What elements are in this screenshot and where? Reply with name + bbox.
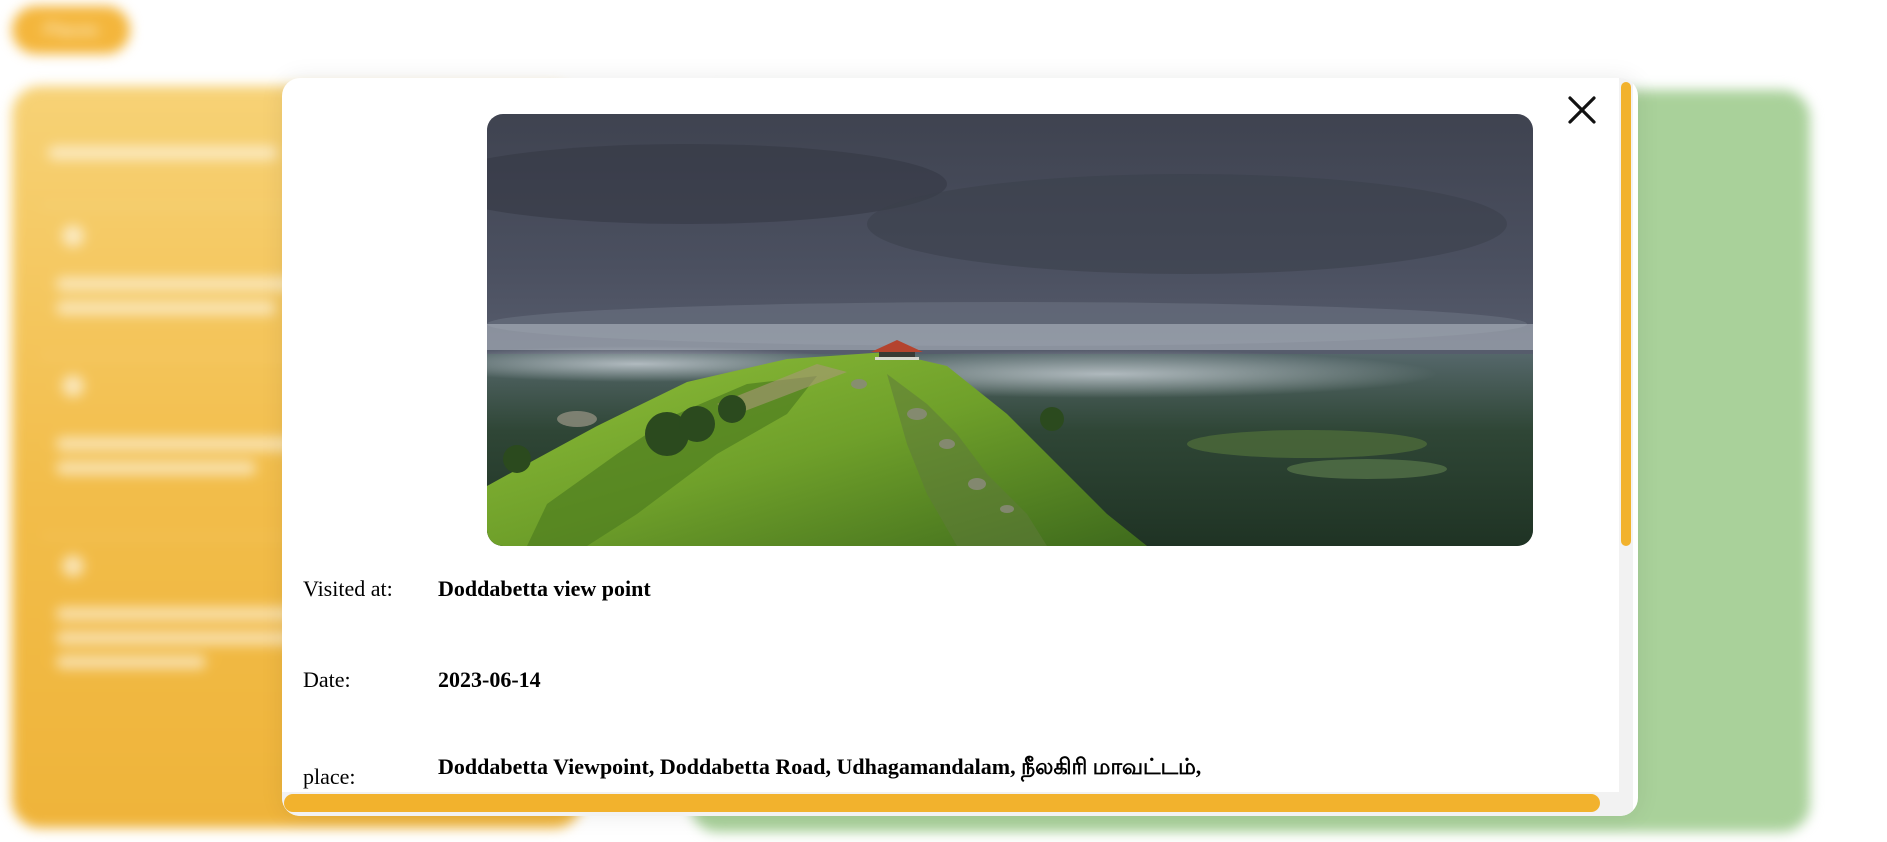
detail-label: Visited at: bbox=[303, 576, 393, 601]
background-pill-label: Places bbox=[43, 19, 99, 40]
detail-value: Doddabetta view point bbox=[438, 576, 651, 601]
close-button[interactable] bbox=[1564, 92, 1600, 128]
close-icon bbox=[1568, 96, 1596, 124]
background-pill-button: Places bbox=[12, 6, 130, 54]
place-detail-modal: Visited at: Doddabetta view point Date: … bbox=[282, 78, 1638, 816]
background-item-number bbox=[62, 375, 84, 397]
background-item-number bbox=[62, 225, 84, 247]
horizontal-scrollbar-thumb[interactable] bbox=[284, 794, 1600, 812]
background-text-line bbox=[56, 437, 306, 451]
place-photo bbox=[487, 114, 1533, 546]
background-item-number bbox=[62, 555, 84, 577]
background-text-line bbox=[48, 146, 278, 160]
background-text-line bbox=[56, 461, 256, 475]
background-text-line bbox=[56, 655, 206, 669]
background-text-line bbox=[56, 301, 276, 315]
detail-label: Date: bbox=[303, 667, 351, 692]
background-text-line bbox=[56, 277, 316, 291]
detail-value: 2023-06-14 bbox=[438, 667, 541, 692]
page: Places Visited at: Doddabetta view point… bbox=[0, 0, 1887, 842]
detail-value: Doddabetta Viewpoint, Doddabetta Road, U… bbox=[438, 754, 1202, 779]
vertical-scrollbar-thumb[interactable] bbox=[1621, 82, 1631, 546]
detail-label: place: bbox=[303, 764, 356, 789]
background-text-line bbox=[56, 631, 296, 645]
